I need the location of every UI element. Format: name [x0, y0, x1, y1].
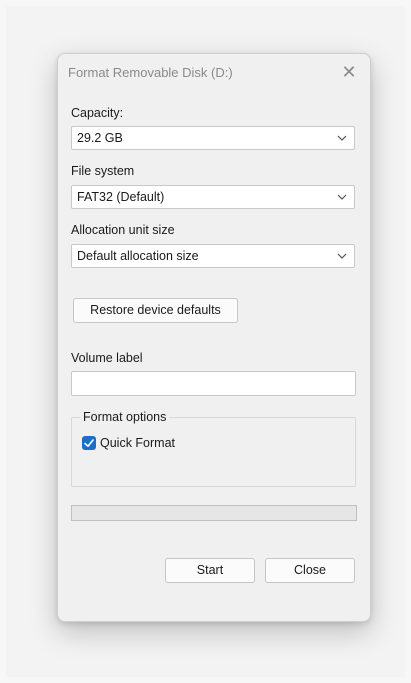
format-options-legend: Format options — [80, 410, 170, 424]
volume-label-input[interactable] — [71, 371, 356, 396]
close-button[interactable]: Close — [265, 558, 355, 583]
format-dialog: Format Removable Disk (D:) ✕ Capacity: 2… — [57, 53, 371, 622]
chevron-down-icon — [337, 253, 347, 259]
file-system-value: FAT32 (Default) — [77, 190, 165, 204]
chevron-down-icon — [337, 194, 347, 200]
file-system-dropdown[interactable]: FAT32 (Default) — [71, 185, 355, 209]
title-bar: Format Removable Disk (D:) ✕ — [58, 54, 370, 92]
format-progress-bar — [71, 505, 357, 521]
capacity-label: Capacity: — [71, 106, 124, 120]
format-options-group — [71, 417, 356, 487]
checkmark-icon — [84, 439, 94, 447]
restore-defaults-button[interactable]: Restore device defaults — [73, 298, 238, 323]
file-system-label: File system — [71, 164, 135, 178]
volume-label-label: Volume label — [71, 351, 143, 365]
allocation-unit-dropdown[interactable]: Default allocation size — [71, 244, 355, 268]
quick-format-checkbox[interactable] — [82, 436, 96, 450]
allocation-unit-value: Default allocation size — [77, 249, 199, 263]
quick-format-label[interactable]: Quick Format — [100, 436, 175, 450]
start-button[interactable]: Start — [165, 558, 255, 583]
window-title: Format Removable Disk (D:) — [68, 65, 233, 80]
capacity-dropdown[interactable]: 29.2 GB — [71, 126, 355, 150]
capacity-value: 29.2 GB — [77, 131, 123, 145]
allocation-unit-label: Allocation unit size — [71, 223, 175, 237]
close-icon[interactable]: ✕ — [340, 63, 358, 81]
chevron-down-icon — [337, 135, 347, 141]
